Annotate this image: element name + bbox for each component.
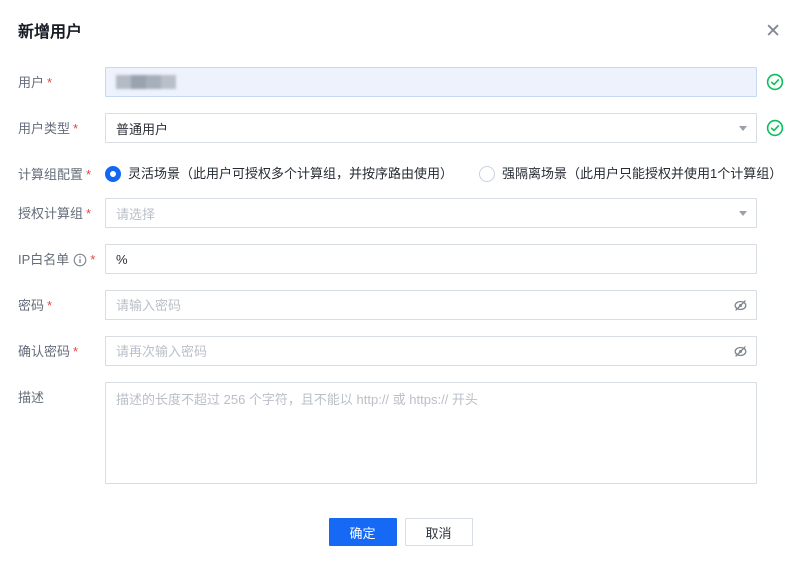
check-circle-icon [766,73,784,91]
auth-compute-group-placeholder: 请选择 [116,206,156,222]
compute-config-radio-group: 灵活场景（此用户可授权多个计算组，并按序路由使用） 强隔离场景（此用户只能授权并… [105,159,783,182]
required-asterisk: * [47,298,53,313]
ip-whitelist-input[interactable] [105,244,757,274]
radio-option-isolated[interactable]: 强隔离场景（此用户只能授权并使用1个计算组） [479,166,782,182]
eye-slash-icon[interactable] [732,343,749,360]
required-asterisk: * [86,167,92,182]
close-icon[interactable]: ✕ [765,22,781,41]
caret-down-icon [739,126,747,131]
form-row-ip-whitelist: IP白名单 * [18,244,783,274]
form-row-user-type: 用户类型 * 普通用户 [18,113,784,143]
user-label: 用户 * [18,75,53,90]
compute-config-label: 计算组配置 * [18,167,92,182]
user-type-label: 用户类型 * [18,121,79,136]
dialog-title: 新增用户 [18,24,83,41]
form-row-password: 密码 * [18,290,783,320]
password-input[interactable] [105,290,757,320]
user-type-select[interactable]: 普通用户 [105,113,757,143]
form-row-auth-compute-group: 授权计算组 * 请选择 [18,198,783,228]
required-asterisk: * [90,252,96,267]
form-row-confirm-password: 确认密码 * [18,336,783,366]
radio-option-flexible[interactable]: 灵活场景（此用户可授权多个计算组，并按序路由使用） [105,166,453,182]
form-row-description: 描述 [18,382,783,484]
confirm-password-input[interactable] [105,336,757,366]
user-type-value: 普通用户 [116,121,169,137]
caret-down-icon [739,211,747,216]
redacted-user-value [116,75,176,89]
required-asterisk: * [47,75,53,90]
add-user-form: 用户 * 用户类型 * 普通用户 计算组配置 * 灵活场景（此用户可授权多个计算… [18,67,784,546]
dialog-footer: 确定 取消 [18,518,783,546]
add-user-dialog: 新增用户 ✕ 用户 * 用户类型 * 普通用户 计算组配置 * 灵活场景（此用户… [0,0,801,564]
ip-whitelist-label: IP白名单 * [18,252,96,267]
radio-selected-icon[interactable] [105,166,121,182]
check-circle-icon [766,119,784,137]
cancel-button[interactable]: 取消 [404,518,473,546]
required-asterisk: * [73,121,79,136]
auth-compute-group-select[interactable]: 请选择 [105,198,757,228]
form-row-user: 用户 * [18,67,784,97]
auth-compute-group-label: 授权计算组 * [18,206,92,221]
description-textarea[interactable] [105,382,757,484]
form-row-compute-config: 计算组配置 * 灵活场景（此用户可授权多个计算组，并按序路由使用） 强隔离场景（此… [18,159,783,182]
eye-slash-icon[interactable] [732,297,749,314]
confirm-button[interactable]: 确定 [328,518,397,546]
radio-unselected-icon[interactable] [479,166,496,182]
description-label: 描述 [18,390,45,405]
required-asterisk: * [73,344,79,359]
user-input[interactable] [105,67,757,97]
info-circle-icon[interactable] [73,253,87,267]
confirm-password-label: 确认密码 * [18,344,79,359]
password-label: 密码 * [18,298,53,313]
required-asterisk: * [86,206,92,221]
